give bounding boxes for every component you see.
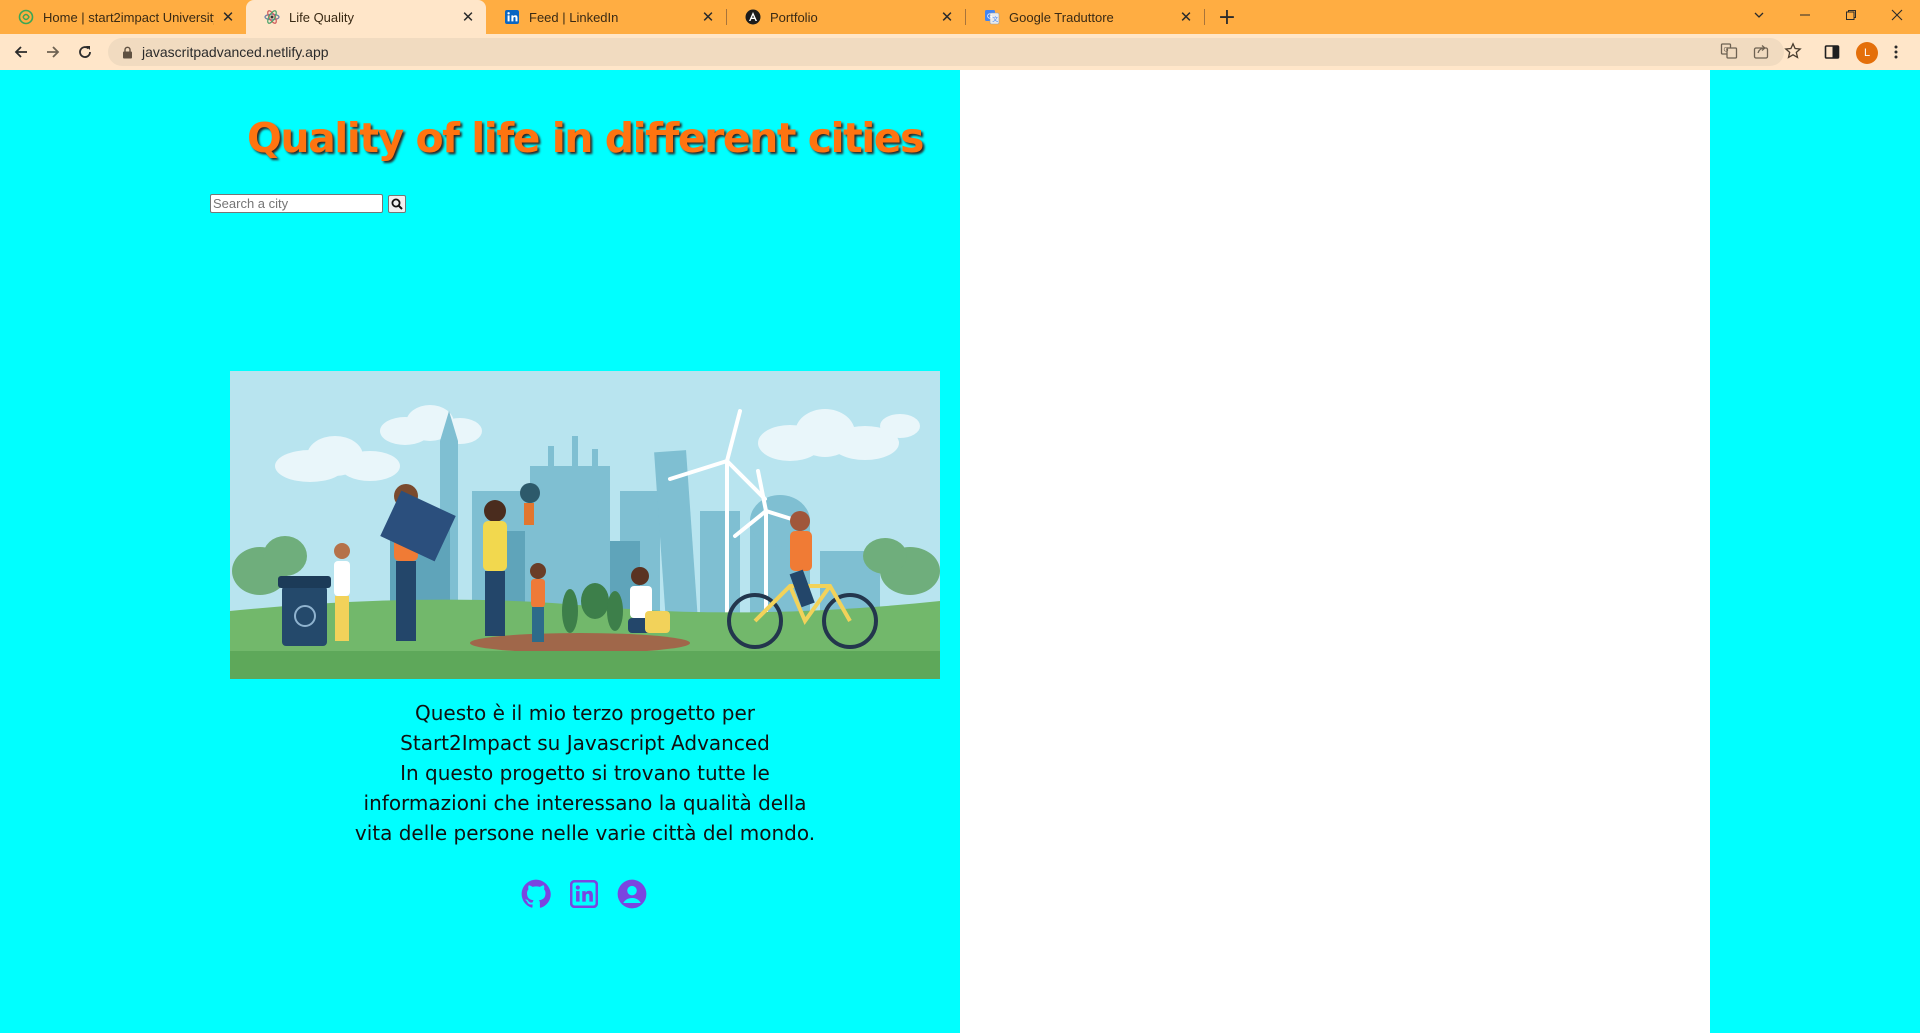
start2impact-icon [18, 9, 34, 25]
tab-title: Home | start2impact University [43, 9, 214, 25]
address-bar[interactable]: javascritpadvanced.netlify.app [108, 38, 1784, 66]
results-panel [960, 70, 1710, 1033]
svg-text:文: 文 [992, 16, 998, 24]
tab-strip: Home | start2impact University ✕ Life Qu… [0, 0, 1920, 34]
tab-linkedin[interactable]: Feed | LinkedIn ✕ [486, 0, 726, 34]
tab-title: Feed | LinkedIn [529, 9, 619, 25]
page-title: Quality of life in different cities [247, 114, 924, 162]
google-translate-icon: G文 [984, 9, 1000, 25]
forward-icon[interactable] [39, 38, 67, 66]
close-icon[interactable]: ✕ [1178, 9, 1194, 26]
project-description: Questo è il mio terzo progetto per Start… [330, 698, 840, 848]
sustainable-city-illustration [230, 371, 940, 679]
description-line: vita delle persone nelle varie città del… [354, 821, 816, 845]
search-icon [391, 198, 403, 210]
close-icon[interactable]: ✕ [460, 9, 476, 26]
side-panel-icon[interactable] [1822, 42, 1842, 62]
close-icon[interactable]: ✕ [939, 9, 955, 26]
github-icon[interactable] [520, 878, 551, 909]
description-line: informazioni che interessano la qualità … [363, 791, 807, 815]
lock-icon[interactable] [120, 45, 134, 59]
search-form [210, 194, 406, 213]
profile-avatar[interactable]: L [1856, 42, 1878, 64]
tab-separator [1204, 9, 1205, 25]
share-icon[interactable] [1751, 41, 1771, 61]
close-icon[interactable]: ✕ [220, 9, 236, 26]
atom-icon [264, 9, 280, 25]
description-line: Questo è il mio terzo progetto per [414, 701, 756, 725]
tab-title: Google Traduttore [1009, 9, 1114, 25]
linkedin-icon[interactable] [568, 878, 599, 909]
user-profile-icon[interactable] [616, 878, 647, 909]
browser-toolbar: javascritpadvanced.netlify.app G [0, 34, 1920, 70]
search-button[interactable] [388, 194, 406, 213]
tab-portfolio[interactable]: Portfolio ✕ [727, 0, 965, 34]
url-text: javascritpadvanced.netlify.app [142, 44, 329, 60]
tab-title: Life Quality [289, 9, 355, 25]
tab-search-icon[interactable] [1736, 0, 1782, 30]
description-line: Start2Impact su Javascript Advanced [400, 731, 770, 755]
close-window-icon[interactable] [1874, 0, 1920, 30]
page-content: Quality of life in different cities Sear… [0, 70, 1920, 1033]
svg-text:G: G [1724, 47, 1729, 54]
reload-icon[interactable] [71, 38, 99, 66]
minimize-icon[interactable] [1782, 0, 1828, 30]
city-search-input[interactable] [210, 194, 383, 213]
tab-google-translate[interactable]: G文 Google Traduttore ✕ [966, 0, 1204, 34]
bookmark-star-icon[interactable] [1783, 41, 1803, 61]
close-icon[interactable]: ✕ [700, 9, 716, 26]
tab-life-quality[interactable]: Life Quality ✕ [246, 0, 486, 34]
linkedin-icon [504, 9, 520, 25]
social-links [520, 878, 647, 909]
back-icon[interactable] [7, 38, 35, 66]
angular-icon [745, 9, 761, 25]
new-tab-button[interactable]: + [1214, 4, 1240, 30]
menu-icon[interactable] [1886, 42, 1906, 62]
description-line: In questo progetto si trovano tutte le [400, 761, 770, 785]
restore-icon[interactable] [1828, 0, 1874, 30]
tab-start2impact[interactable]: Home | start2impact University ✕ [0, 0, 246, 34]
tab-title: Portfolio [770, 9, 818, 25]
translate-icon[interactable]: G [1719, 41, 1739, 61]
